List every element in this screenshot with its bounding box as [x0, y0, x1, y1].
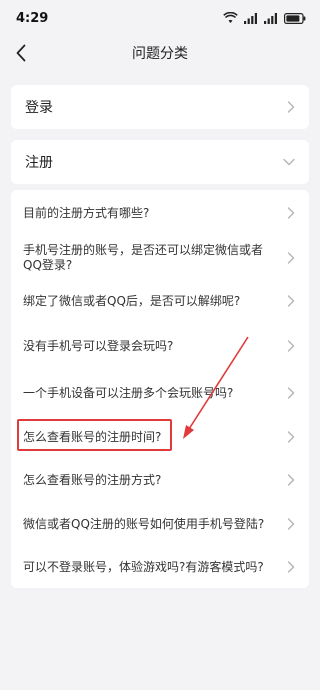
- chevron-right-icon: [287, 561, 295, 573]
- signal-icon-2: [264, 12, 277, 24]
- question-item[interactable]: 一个手机设备可以注册多个会玩账号吗?: [11, 370, 309, 416]
- chevron-down-icon: [283, 158, 295, 166]
- chevron-right-icon: [287, 431, 295, 443]
- battery-icon: [284, 12, 306, 24]
- annotation-highlight-box: [17, 419, 172, 451]
- category-register[interactable]: 注册: [11, 140, 309, 184]
- question-text: 目前的注册方式有哪些?: [23, 205, 150, 220]
- chevron-right-icon: [287, 252, 295, 264]
- chevron-right-icon: [287, 387, 295, 399]
- question-text: 没有手机号可以登录会玩吗?: [23, 338, 174, 353]
- chevron-right-icon: [287, 518, 295, 530]
- question-item[interactable]: 微信或者QQ注册的账号如何使用手机号登陆?: [11, 502, 309, 546]
- category-label: 登录: [25, 100, 53, 116]
- back-button[interactable]: [6, 38, 36, 68]
- page-title: 问题分类: [132, 46, 188, 62]
- status-icons: [223, 12, 306, 24]
- chevron-right-icon: [287, 207, 295, 219]
- chevron-right-icon: [287, 474, 295, 486]
- signal-icon: [244, 12, 257, 24]
- question-item[interactable]: 绑定了微信或者QQ后，是否可以解绑呢?: [11, 280, 309, 322]
- status-bar: 4:29: [0, 0, 320, 36]
- question-item[interactable]: 怎么查看账号的注册方式?: [11, 458, 309, 502]
- question-text: 怎么查看账号的注册方式?: [23, 472, 162, 487]
- chevron-right-icon: [287, 295, 295, 307]
- chevron-left-icon: [16, 44, 26, 62]
- question-text: 绑定了微信或者QQ后，是否可以解绑呢?: [23, 293, 241, 308]
- question-list: 目前的注册方式有哪些? 手机号注册的账号，是否还可以绑定微信或者QQ登录? 绑定…: [11, 190, 309, 588]
- chevron-right-icon: [287, 340, 295, 352]
- wifi-icon: [223, 12, 238, 23]
- question-text: 手机号注册的账号，是否还可以绑定微信或者QQ登录?: [23, 243, 264, 272]
- question-item[interactable]: 可以不登录账号，体验游戏吗?有游客模式吗?: [11, 546, 309, 588]
- question-item[interactable]: 目前的注册方式有哪些?: [11, 190, 309, 236]
- category-label: 注册: [25, 155, 53, 171]
- question-text: 一个手机设备可以注册多个会玩账号吗?: [23, 385, 234, 400]
- question-item[interactable]: 手机号注册的账号，是否还可以绑定微信或者QQ登录?: [11, 236, 309, 280]
- status-time: 4:29: [16, 10, 49, 26]
- nav-bar: 问题分类: [0, 36, 320, 70]
- category-login[interactable]: 登录: [11, 85, 309, 129]
- chevron-right-icon: [287, 101, 295, 113]
- question-text: 微信或者QQ注册的账号如何使用手机号登陆?: [23, 516, 265, 531]
- question-item[interactable]: 没有手机号可以登录会玩吗?: [11, 322, 309, 370]
- question-text: 可以不登录账号，体验游戏吗?有游客模式吗?: [23, 559, 264, 574]
